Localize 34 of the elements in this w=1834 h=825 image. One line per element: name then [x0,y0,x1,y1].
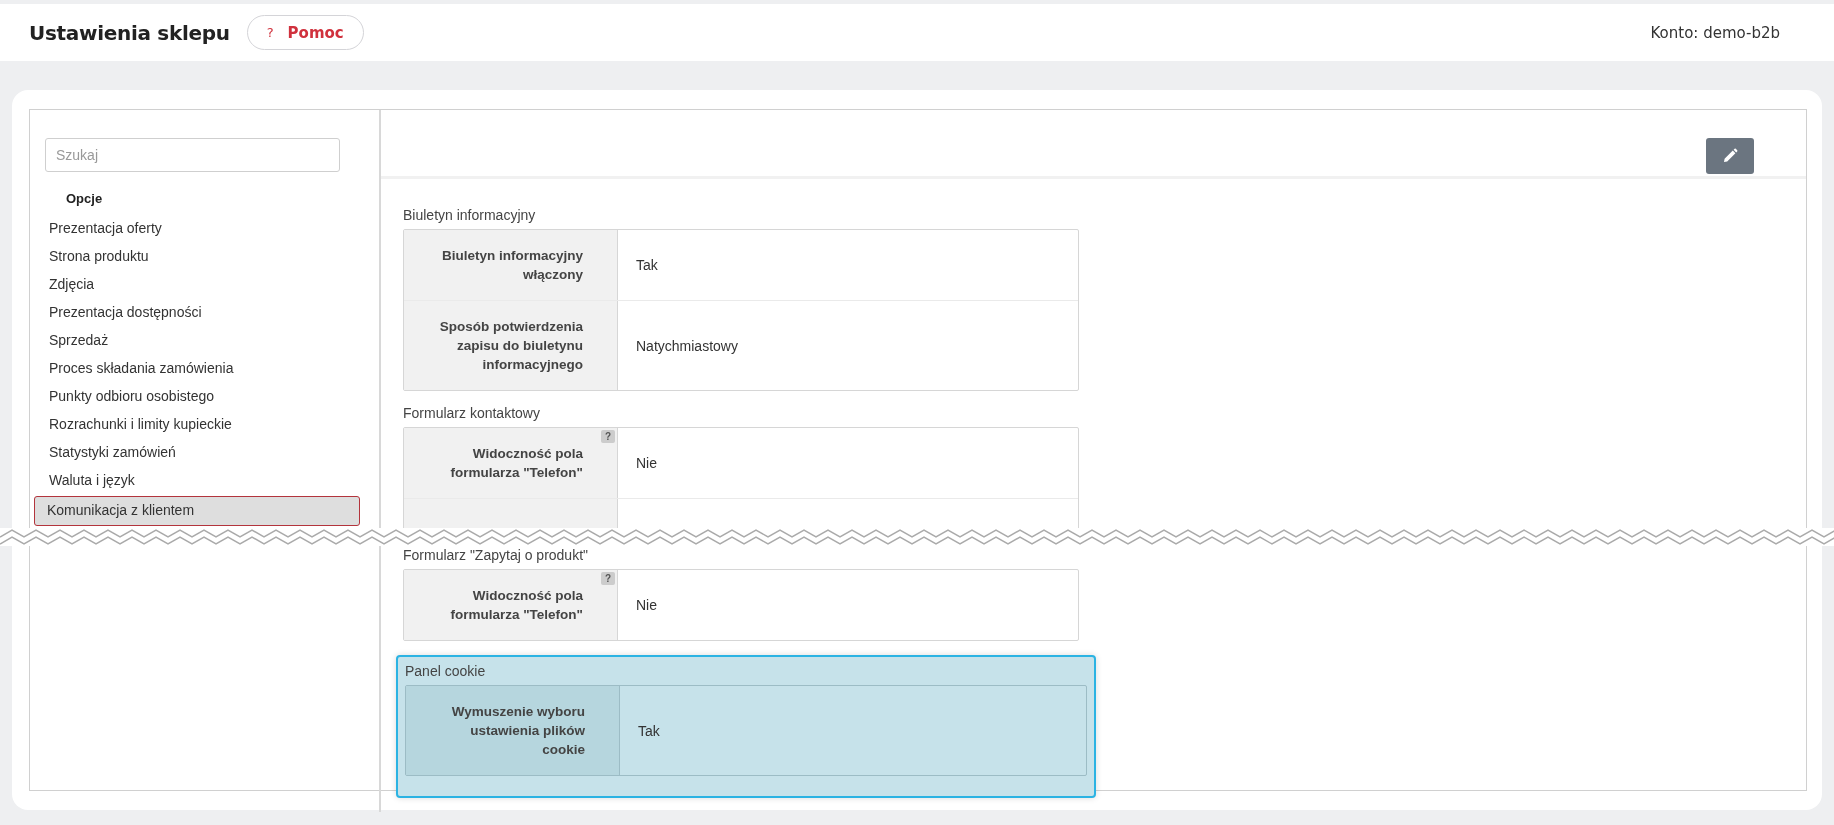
sidebar-item[interactable]: Zdjęcia [49,270,95,298]
sidebar-item[interactable]: Komunikacja z klientem [34,496,360,526]
sidebar-item[interactable]: Strona produktu [49,242,149,270]
setting-value: Tak [638,722,660,739]
search-field[interactable]: Szukaj [45,138,340,172]
help-badge[interactable]: ? [601,430,615,443]
setting-value: Natychmiastowy [636,337,738,354]
setting-value: Tak [636,257,658,273]
sidebar-heading: Opcje [66,191,103,206]
section-title: Panel cookie [405,663,487,679]
page-title: Ustawienia sklepu [29,20,230,45]
sidebar-item[interactable]: Prezentacja dostępności [49,298,202,326]
setting-label: Widoczność pola formularza "Telefon" [449,445,583,482]
section-title: Biuletyn informacyjny [403,207,537,223]
help-button[interactable]: ? Pomoc [246,15,364,50]
sidebar-item[interactable]: Prezentacja oferty [49,214,162,242]
pencil-icon [1722,148,1738,164]
setting-label: Wymuszenie wyboru ustawienia plików cookie [450,703,585,759]
sidebar-item[interactable]: Punkty odbioru osobistego [49,382,214,410]
setting-value: Nie [636,597,657,613]
setting-label: Biuletyn informacyjny włączony [440,247,583,284]
sidebar-item[interactable]: Statystyki zamówień [49,438,176,466]
sidebar-item[interactable]: Waluta i język [49,466,135,494]
setting-label: Sposób potwierdzenia zapisu do biuletynu informacyjnego [438,318,583,374]
sidebar-item[interactable]: Rozrachunki i limity kupieckie [49,410,232,438]
help-badge[interactable]: ? [601,572,615,585]
sidebar-item[interactable]: Proces składania zamówienia [49,354,234,382]
setting-value: Nie [636,455,657,471]
sidebar-item[interactable]: Sprzedaż [49,326,109,354]
edit-button[interactable] [1706,138,1754,174]
account-label: Konto: demo-b2b [1650,23,1780,42]
setting-label: Widoczność pola formularza "Telefon" [449,587,583,624]
section-title: Formularz "Zapytaj o produkt" [403,547,589,563]
section-title: Formularz kontaktowy [403,405,541,421]
